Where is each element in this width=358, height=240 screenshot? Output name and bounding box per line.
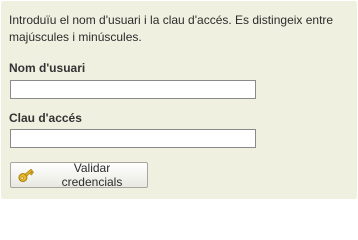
validate-credentials-label: Validar credencials bbox=[61, 161, 123, 189]
validate-credentials-button[interactable]: Validar credencials bbox=[10, 161, 148, 189]
username-input[interactable] bbox=[10, 80, 256, 99]
password-label: Clau d'accés bbox=[9, 111, 82, 125]
login-instructions: Introduïu el nom d'usuari i la clau d'ac… bbox=[9, 13, 334, 44]
username-label: Nom d'usuari bbox=[9, 61, 86, 75]
key-icon bbox=[17, 166, 35, 184]
login-panel: Introduïu el nom d'usuari i la clau d'ac… bbox=[1, 1, 357, 199]
password-input[interactable] bbox=[10, 129, 256, 148]
